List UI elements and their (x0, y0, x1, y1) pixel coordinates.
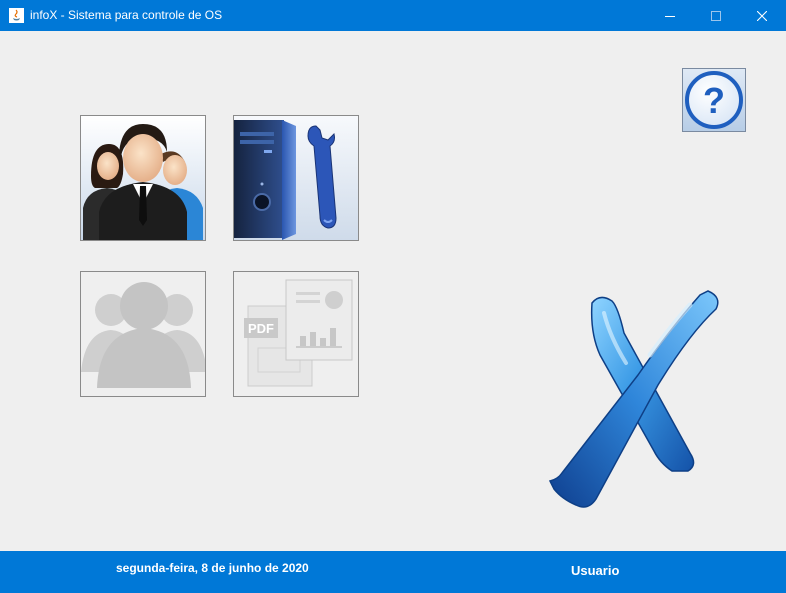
date-label: segunda-feira, 8 de junho de 2020 (116, 561, 309, 575)
computer-wrench-icon (234, 116, 358, 240)
window-title: infoX - Sistema para controle de OS (30, 8, 223, 22)
pdf-label: PDF (248, 321, 274, 336)
clients-icon (81, 272, 205, 396)
java-app-icon (9, 8, 24, 23)
user-label: Usuario (571, 563, 620, 578)
status-bar: segunda-feira, 8 de junho de 2020 Usuari… (0, 551, 786, 593)
help-button[interactable]: ? (682, 68, 746, 132)
service-order-button[interactable] (233, 115, 359, 241)
help-glyph: ? (703, 80, 725, 121)
users-icon (81, 116, 205, 240)
maximize-icon (711, 10, 721, 21)
close-icon (757, 10, 767, 21)
maximize-button[interactable] (693, 0, 739, 31)
close-button[interactable] (739, 0, 785, 31)
minimize-icon (665, 15, 675, 17)
infox-logo (548, 290, 719, 508)
help-icon: ? (685, 71, 743, 129)
reports-button[interactable]: PDF (233, 271, 359, 397)
title-bar: infoX - Sistema para controle de OS (0, 0, 786, 31)
users-button[interactable] (80, 115, 206, 241)
pdf-report-icon: PDF (234, 272, 358, 396)
minimize-button[interactable] (647, 0, 693, 31)
clients-button[interactable] (80, 271, 206, 397)
